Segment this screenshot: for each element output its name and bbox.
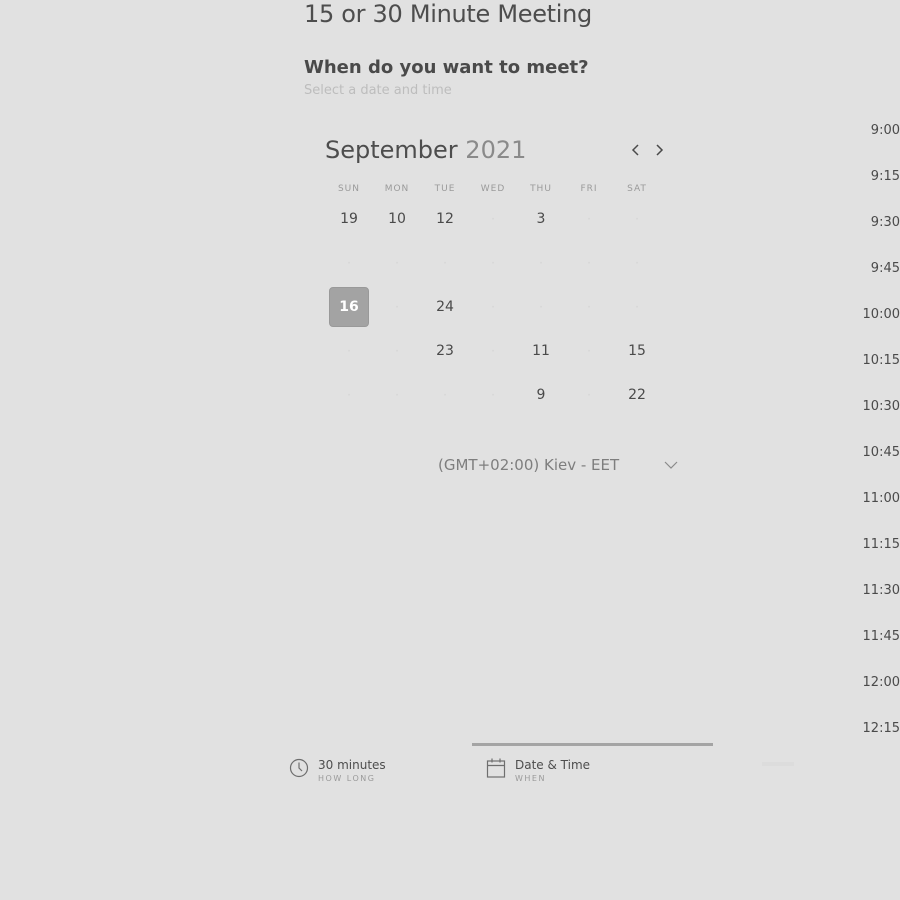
calendar-day-unavailable: ·	[587, 300, 591, 314]
calendar-day-unavailable: ·	[635, 256, 639, 270]
weekday-label: SUN	[337, 184, 361, 194]
chevron-down-icon	[664, 461, 678, 469]
month-label: September	[325, 136, 458, 164]
calendar-day-unavailable: ·	[395, 344, 399, 358]
time-slot[interactable]: 10:45	[840, 429, 900, 475]
calendar-day[interactable]: 22	[617, 375, 657, 415]
step-duration-sub: HOW LONG	[318, 774, 376, 783]
calendar-day-unavailable: ·	[635, 212, 639, 226]
calendar-day[interactable]: 12	[425, 199, 465, 239]
calendar-day-unavailable: ·	[635, 300, 639, 314]
weekday-label: WED	[480, 184, 506, 194]
timezone-label: (GMT+02:00) Kiev - EET	[438, 456, 620, 474]
prev-month-button[interactable]	[626, 138, 646, 162]
calendar-icon	[486, 758, 506, 778]
calendar-day-unavailable: ·	[443, 256, 447, 270]
calendar-day[interactable]: 3	[521, 199, 561, 239]
step-date-time[interactable]: Date & Time WHEN	[486, 757, 590, 785]
time-slot[interactable]: 12:15	[840, 705, 900, 751]
calendar-day[interactable]: 15	[617, 331, 657, 371]
step-date-time-sub: WHEN	[515, 774, 546, 783]
calendar-day-unavailable: ·	[491, 256, 495, 270]
calendar-day-unavailable: ·	[587, 212, 591, 226]
calendar-day-unavailable: ·	[587, 344, 591, 358]
step-date-time-label: Date & Time	[515, 758, 591, 772]
next-month-button[interactable]	[649, 138, 669, 162]
calendar-day[interactable]: 9	[521, 375, 561, 415]
time-slot[interactable]: 10:30	[840, 383, 900, 429]
calendar-day-unavailable: ·	[539, 256, 543, 270]
time-slot[interactable]: 11:00	[840, 475, 900, 521]
calendar-day-unavailable: ·	[491, 212, 495, 226]
active-step-indicator	[472, 743, 713, 746]
calendar-day-unavailable: ·	[443, 388, 447, 402]
weekday-label: TUE	[434, 184, 456, 194]
calendar-day-unavailable: ·	[395, 256, 399, 270]
weekday-label: MON	[384, 184, 410, 194]
calendar-day[interactable]: 11	[521, 331, 561, 371]
question-heading: When do you want to meet?	[304, 57, 589, 78]
calendar-day-unavailable: ·	[395, 300, 399, 314]
time-slot[interactable]: 9:15	[840, 153, 900, 199]
time-slot[interactable]: 9:45	[840, 245, 900, 291]
time-slot[interactable]: 10:00	[840, 291, 900, 337]
time-slot-list: 9:00 9:15 9:30 9:45 10:00 10:15 10:30 10:45 11:0…	[840, 107, 900, 751]
scheduling-page: 15 or 30 Minute Meeting When do you want…	[0, 0, 900, 900]
time-slot[interactable]: 9:00	[840, 107, 900, 153]
calendar-day-unavailable: ·	[587, 388, 591, 402]
step-date-time-text: Date & Time WHEN	[515, 757, 590, 785]
year-label: 2021	[465, 136, 527, 164]
time-slot[interactable]: 11:15	[840, 521, 900, 567]
page-title: 15 or 30 Minute Meeting	[304, 0, 592, 28]
time-slot[interactable]: 9:30	[840, 199, 900, 245]
calendar-day-unavailable: ·	[491, 388, 495, 402]
time-slot[interactable]: 11:30	[840, 567, 900, 613]
weekday-label: FRI	[580, 184, 598, 194]
month-title: September 2021	[325, 136, 526, 164]
calendar-day-unavailable: ·	[347, 388, 351, 402]
chevron-right-icon	[656, 144, 664, 156]
step-duration-text: 30 minutes HOW LONG	[318, 757, 386, 785]
calendar-day-unavailable: ·	[347, 344, 351, 358]
step-details[interactable]	[738, 760, 798, 778]
calendar-day[interactable]: 19	[329, 199, 369, 239]
step-duration[interactable]: 30 minutes HOW LONG	[289, 757, 386, 785]
question-subtitle: Select a date and time	[304, 83, 452, 98]
weekday-label: THU	[530, 184, 552, 194]
calendar-day-unavailable: ·	[539, 300, 543, 314]
calendar-day-selected[interactable]: 16	[329, 287, 369, 327]
weekday-label: SAT	[627, 184, 647, 194]
calendar-day[interactable]: 23	[425, 331, 465, 371]
calendar-day-unavailable: ·	[491, 300, 495, 314]
step-duration-label: 30 minutes	[318, 758, 386, 772]
clock-icon	[289, 758, 309, 778]
timezone-select[interactable]: (GMT+02:00) Kiev - EET	[438, 453, 678, 477]
time-slot[interactable]: 12:00	[840, 659, 900, 705]
calendar-day[interactable]: 24	[425, 287, 465, 327]
time-slot[interactable]: 11:45	[840, 613, 900, 659]
calendar-day[interactable]: 10	[377, 199, 417, 239]
time-slot[interactable]: 10:15	[840, 337, 900, 383]
chevron-left-icon	[631, 144, 639, 156]
calendar-day-unavailable: ·	[491, 344, 495, 358]
calendar-day-unavailable: ·	[347, 256, 351, 270]
calendar-day-unavailable: ·	[587, 256, 591, 270]
calendar-day-unavailable: ·	[395, 388, 399, 402]
step-details-placeholder	[762, 762, 794, 766]
